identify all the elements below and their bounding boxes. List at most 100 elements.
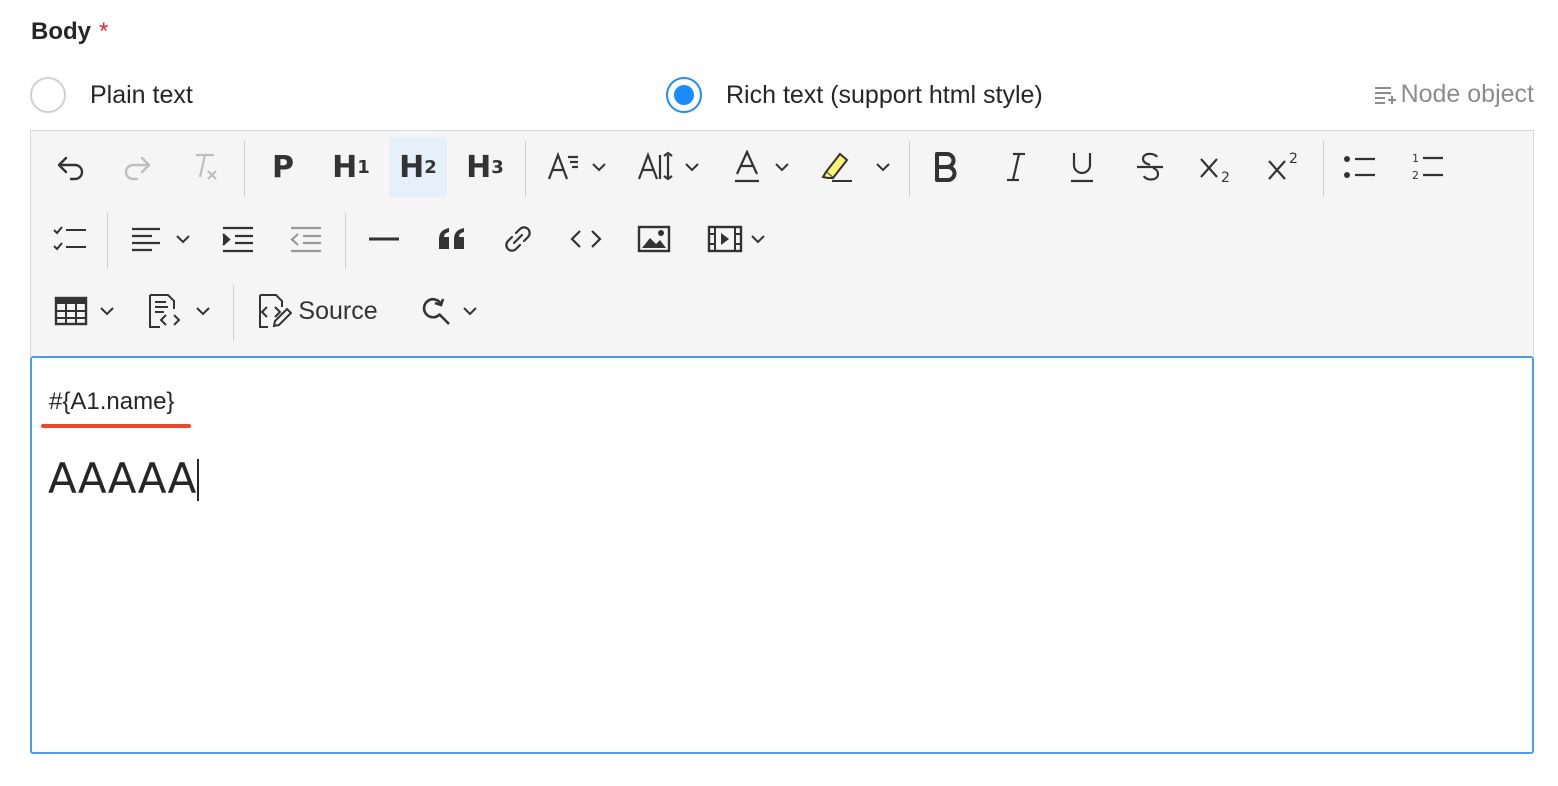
strikethrough-button[interactable] bbox=[1127, 137, 1173, 197]
horizontal-line-button[interactable] bbox=[361, 209, 407, 269]
bold-icon bbox=[935, 152, 957, 182]
heading-1-sub: 1 bbox=[357, 156, 370, 178]
heading-2-label: H bbox=[399, 149, 425, 185]
heading-3-sub: 3 bbox=[491, 156, 504, 178]
table-icon bbox=[54, 296, 88, 326]
radio-plain-text[interactable]: Plain text bbox=[30, 77, 193, 113]
table-dropdown[interactable] bbox=[47, 281, 123, 341]
toolbar-separator bbox=[233, 285, 234, 341]
highlighter-icon bbox=[821, 152, 852, 182]
node-object-label: Node object bbox=[1400, 80, 1534, 108]
font-family-dropdown[interactable] bbox=[539, 137, 615, 197]
paragraph-button[interactable]: P bbox=[261, 137, 305, 197]
node-object-button[interactable]: Node object bbox=[1373, 80, 1534, 109]
undo-button[interactable] bbox=[49, 137, 93, 197]
heading-3-button[interactable]: H3 bbox=[459, 137, 511, 197]
heading-3-label: H bbox=[466, 149, 492, 185]
radio-plain-label: Plain text bbox=[90, 80, 193, 109]
outdent-icon bbox=[290, 226, 321, 253]
spellcheck-underline bbox=[41, 424, 191, 428]
radio-rich-label: Rich text (support html style) bbox=[726, 80, 1043, 109]
variable-placeholder-text[interactable]: #{A1.name} bbox=[49, 388, 174, 416]
toolbar-separator bbox=[345, 213, 346, 269]
subscript-button[interactable]: 2 bbox=[1193, 137, 1239, 197]
editor-content-area[interactable]: #{A1.name} AAAAA bbox=[30, 356, 1534, 754]
chevron-down-icon bbox=[176, 235, 190, 244]
strikethrough-icon bbox=[1137, 152, 1163, 181]
indent-button[interactable] bbox=[215, 209, 261, 269]
toolbar-separator bbox=[909, 141, 910, 197]
toolbar-row-1: P H1 H2 H3 2 2 1 2 bbox=[31, 137, 1533, 201]
chevron-down-icon bbox=[592, 163, 606, 172]
toolbar-separator bbox=[525, 141, 526, 197]
code-button[interactable] bbox=[563, 209, 609, 269]
image-button[interactable] bbox=[631, 209, 677, 269]
toolbar-separator bbox=[1323, 141, 1324, 197]
image-icon bbox=[637, 225, 671, 253]
chevron-down-icon bbox=[876, 163, 890, 172]
font-family-icon bbox=[547, 151, 578, 180]
redo-button[interactable] bbox=[115, 137, 159, 197]
toolbar-row-2 bbox=[31, 209, 1533, 273]
insert-list-icon bbox=[1374, 86, 1396, 104]
heading-2-button[interactable]: H2 bbox=[389, 137, 447, 197]
chevron-down-icon bbox=[751, 235, 765, 244]
underline-icon bbox=[1071, 153, 1093, 183]
field-label: Body * bbox=[31, 18, 108, 46]
underline-button[interactable] bbox=[1059, 137, 1105, 197]
horizontal-line-icon bbox=[369, 237, 399, 241]
heading-text[interactable]: AAAAA bbox=[48, 454, 200, 503]
font-size-dropdown[interactable] bbox=[631, 137, 707, 197]
chevron-down-icon bbox=[775, 163, 789, 172]
font-size-icon bbox=[637, 151, 673, 181]
svg-text:2: 2 bbox=[1289, 151, 1298, 167]
clear-format-button[interactable] bbox=[183, 137, 227, 197]
heading-1-label: H bbox=[332, 149, 358, 185]
highlight-dropdown[interactable] bbox=[813, 137, 897, 197]
redo-icon bbox=[124, 156, 151, 181]
video-icon bbox=[707, 225, 743, 253]
todo-list-button[interactable] bbox=[47, 209, 93, 269]
alignment-dropdown[interactable] bbox=[123, 209, 199, 269]
bulleted-list-button[interactable] bbox=[1337, 137, 1383, 197]
source-edit-icon bbox=[259, 294, 293, 328]
outdent-button[interactable] bbox=[283, 209, 329, 269]
media-dropdown[interactable] bbox=[699, 209, 775, 269]
italic-button[interactable] bbox=[993, 137, 1039, 197]
todo-list-icon bbox=[53, 226, 86, 251]
find-replace-icon bbox=[422, 297, 450, 325]
heading-1-button[interactable]: H1 bbox=[325, 137, 377, 197]
numbered-list-button[interactable]: 12 bbox=[1405, 137, 1451, 197]
code-icon bbox=[570, 230, 602, 248]
indent-icon bbox=[222, 226, 253, 253]
numbered-list-icon: 12 bbox=[1412, 152, 1443, 182]
italic-icon bbox=[1007, 152, 1025, 182]
required-star: * bbox=[99, 18, 109, 45]
text-caret bbox=[197, 459, 200, 501]
toolbar-row-3: Source bbox=[31, 281, 1533, 345]
quote-icon bbox=[439, 228, 464, 249]
font-color-dropdown[interactable] bbox=[725, 137, 799, 197]
radio-rich-circle[interactable] bbox=[666, 77, 702, 113]
font-color-icon bbox=[735, 150, 759, 183]
link-icon bbox=[505, 226, 531, 252]
svg-text:2: 2 bbox=[1221, 170, 1230, 183]
radio-plain-circle[interactable] bbox=[30, 77, 66, 113]
superscript-icon: 2 bbox=[1268, 151, 1298, 180]
field-label-text: Body bbox=[31, 18, 91, 45]
radio-rich-text[interactable]: Rich text (support html style) bbox=[666, 77, 1043, 113]
find-replace-dropdown[interactable] bbox=[411, 281, 487, 341]
link-button[interactable] bbox=[495, 209, 541, 269]
subscript-icon: 2 bbox=[1200, 158, 1230, 183]
blockquote-button[interactable] bbox=[429, 209, 475, 269]
rich-text-editor: P H1 H2 H3 2 2 1 2 Source #{A1.name} AAA… bbox=[30, 130, 1534, 755]
svg-text:2: 2 bbox=[1412, 169, 1419, 182]
chevron-down-icon bbox=[100, 307, 114, 316]
bold-button[interactable] bbox=[923, 137, 969, 197]
toolbar-separator bbox=[107, 213, 108, 269]
undo-icon bbox=[57, 156, 84, 181]
html-embed-icon bbox=[149, 294, 181, 328]
superscript-button[interactable]: 2 bbox=[1261, 137, 1307, 197]
html-embed-dropdown[interactable] bbox=[139, 281, 219, 341]
source-button[interactable]: Source bbox=[249, 281, 385, 341]
